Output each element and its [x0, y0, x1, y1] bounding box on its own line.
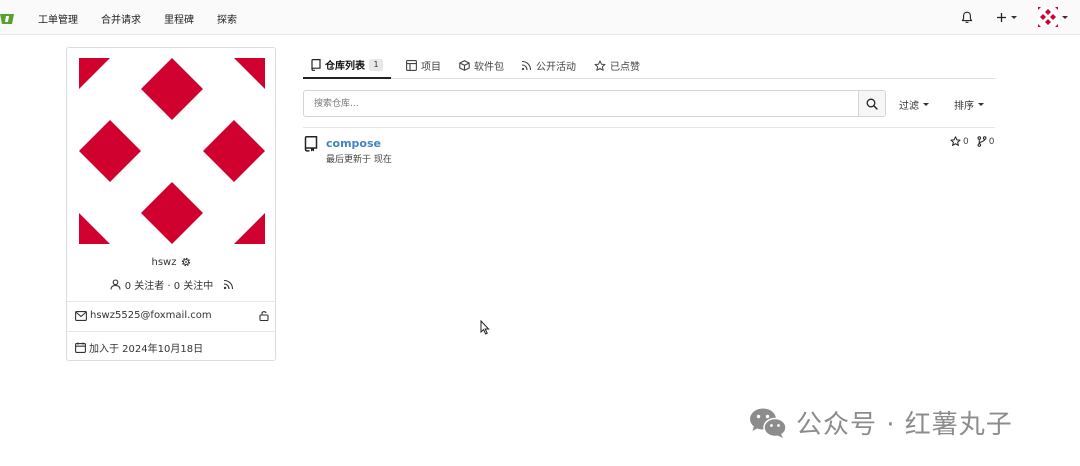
repo-count-badge: 1 — [369, 58, 383, 71]
tab-label: 公开活动 — [536, 62, 576, 73]
bell-icon — [961, 11, 973, 23]
person-icon — [110, 279, 121, 290]
sort-dropdown[interactable]: 排序 — [954, 97, 984, 112]
profile-card: hswz 0 关注者 · 0 关注中 hswz5525@foxmail.com — [66, 47, 276, 361]
username-row: hswz — [67, 256, 277, 268]
chevron-down-icon — [978, 103, 984, 106]
search-icon — [866, 98, 878, 110]
tab-projects[interactable]: 项目 — [406, 52, 441, 79]
nav-pull-requests[interactable]: 合并请求 — [101, 11, 141, 26]
plus-icon — [997, 12, 1006, 22]
repo-updated: 最后更新于 现在 — [326, 155, 392, 165]
calendar-icon — [75, 342, 86, 353]
filter-label: 过滤 — [899, 101, 919, 112]
rss-icon — [521, 60, 532, 71]
mail-icon — [75, 310, 87, 321]
joined-row: 加入于 2024年10月18日 — [75, 340, 203, 355]
top-navbar: 工单管理 合并请求 里程碑 探索 — [0, 0, 1080, 35]
star-icon — [594, 59, 606, 71]
user-avatar-icon — [1038, 7, 1058, 27]
search-input[interactable] — [304, 91, 859, 116]
wechat-icon — [750, 408, 787, 438]
nav-issues[interactable]: 工单管理 — [38, 11, 78, 26]
fork-count: 0 — [988, 136, 995, 147]
user-menu[interactable] — [1038, 7, 1068, 27]
chevron-down-icon — [923, 103, 929, 106]
gitea-logo-icon[interactable] — [0, 11, 14, 25]
tab-starred[interactable]: 已点赞 — [594, 52, 640, 79]
profile-tabs: 仓库列表 1 项目 软件包 公开活动 已点赞 — [303, 52, 995, 79]
follow-stats: 0 关注者 · 0 关注中 — [67, 277, 277, 292]
tab-label: 软件包 — [474, 62, 504, 73]
tab-label: 项目 — [421, 62, 441, 73]
watermark: 公众号 · 红薯丸子 — [748, 404, 1013, 441]
nav-explore[interactable]: 探索 — [217, 11, 237, 26]
create-new-menu[interactable] — [996, 8, 1017, 26]
chevron-down-icon — [1062, 15, 1068, 19]
repo-search — [303, 90, 886, 117]
project-icon — [406, 60, 417, 71]
tab-packages[interactable]: 软件包 — [459, 52, 504, 79]
fork-icon[interactable] — [977, 136, 987, 147]
joined-date: 加入于 2024年10月18日 — [89, 344, 204, 355]
star-icon[interactable] — [950, 136, 961, 147]
rss-icon[interactable] — [223, 279, 234, 290]
email-link[interactable]: hswz5525@foxmail.com — [90, 310, 212, 321]
tab-repositories[interactable]: 仓库列表 1 — [303, 52, 391, 79]
followers-text[interactable]: 0 关注者 · 0 关注中 — [125, 277, 214, 292]
star-count: 0 — [963, 136, 969, 147]
card-divider — [67, 331, 275, 332]
unlock-icon — [259, 311, 269, 321]
chevron-down-icon — [1011, 15, 1017, 19]
profile-avatar[interactable] — [79, 58, 265, 244]
tab-label: 已点赞 — [610, 62, 640, 73]
repo-icon — [304, 136, 318, 152]
mouse-cursor-icon — [480, 320, 490, 335]
repo-stats: 0 0 — [950, 136, 994, 147]
repo-link[interactable]: compose — [326, 137, 381, 150]
watermark-text: 公众号 · 红薯丸子 — [796, 410, 1013, 440]
nav-milestones[interactable]: 里程碑 — [164, 11, 194, 26]
email-row: hswz5525@foxmail.com — [75, 310, 269, 321]
notifications-button[interactable] — [961, 8, 973, 26]
tab-label: 仓库列表 — [325, 61, 365, 72]
tab-public-activity[interactable]: 公开活动 — [521, 52, 576, 79]
filter-dropdown[interactable]: 过滤 — [899, 97, 929, 112]
gear-icon[interactable] — [180, 256, 192, 268]
search-button[interactable] — [858, 91, 885, 116]
repo-icon — [311, 58, 321, 71]
sort-label: 排序 — [954, 101, 974, 112]
package-icon — [459, 60, 470, 71]
card-divider — [67, 301, 275, 302]
username: hswz — [151, 256, 177, 268]
list-divider — [303, 127, 995, 128]
